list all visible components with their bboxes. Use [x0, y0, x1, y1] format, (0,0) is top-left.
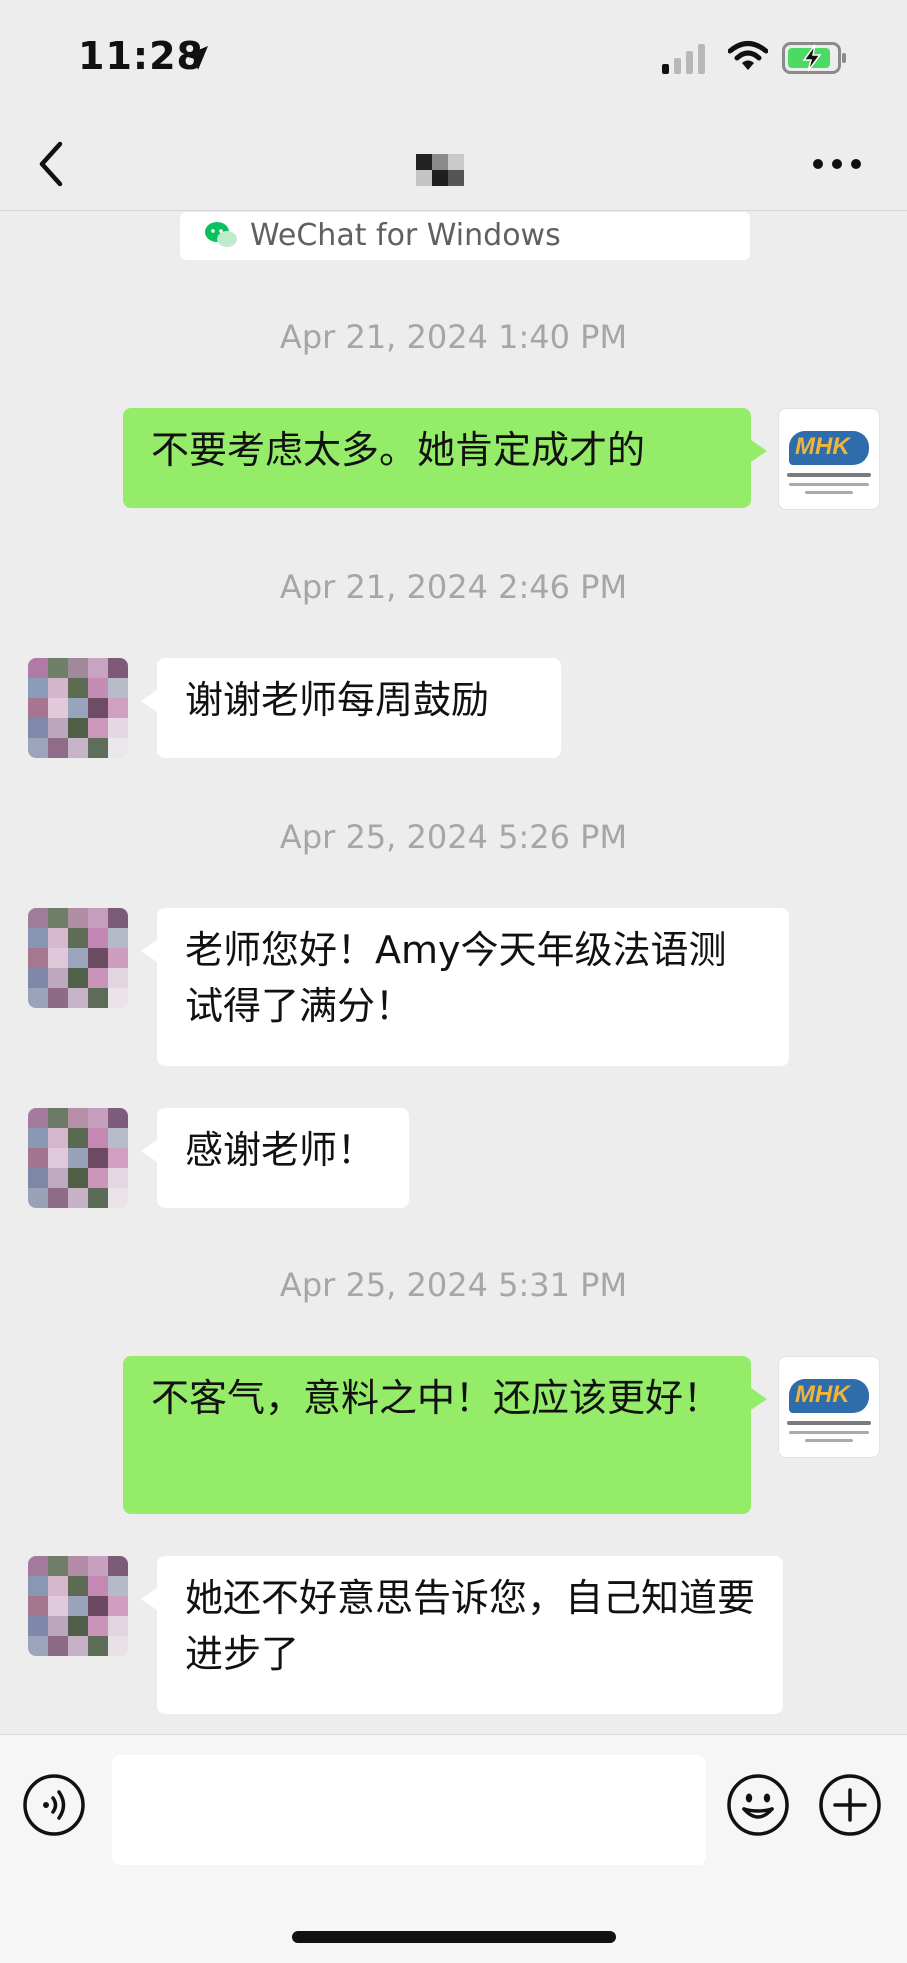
- wifi-icon: [728, 41, 768, 70]
- pixel-block: [416, 170, 432, 186]
- logo-subtitle-mark: [805, 491, 853, 494]
- source-card[interactable]: WeChat for Windows: [180, 212, 750, 260]
- received-message-bubble[interactable]: 谢谢老师每周鼓励: [141, 658, 561, 758]
- contact-avatar[interactable]: [28, 658, 128, 758]
- back-chevron-icon[interactable]: [36, 140, 66, 188]
- source-label: WeChat for Windows: [250, 218, 561, 253]
- battery-charging-icon: [782, 42, 846, 74]
- contact-avatar[interactable]: [28, 1556, 128, 1656]
- status-bar: 11:28: [0, 0, 907, 120]
- pixel-block: [448, 154, 464, 170]
- timestamp: Apr 21, 2024 1:40 PM: [279, 318, 628, 356]
- logo-subtitle-mark: [805, 1439, 853, 1442]
- plus-icon[interactable]: [818, 1773, 882, 1837]
- sender-avatar[interactable]: MHK: [778, 408, 880, 510]
- pixel-block: [432, 170, 448, 186]
- pixel-block: [416, 154, 432, 170]
- mhk-logo-text: MHK: [795, 1381, 850, 1408]
- more-dots-icon[interactable]: [812, 156, 862, 172]
- logo-subtitle-mark: [789, 483, 869, 486]
- contact-avatar[interactable]: [28, 1108, 128, 1208]
- contact-name-pixelated: [416, 154, 480, 186]
- received-message-bubble[interactable]: 老师您好！Amy今天年级法语测试得了满分！: [141, 908, 789, 1066]
- location-arrow-icon: [184, 46, 208, 70]
- voice-icon[interactable]: [22, 1773, 86, 1837]
- timestamp: Apr 21, 2024 2:46 PM: [279, 568, 628, 606]
- logo-subtitle-mark: [789, 1431, 869, 1434]
- sent-message-bubble[interactable]: 不客气，意料之中！还应该更好！: [123, 1356, 767, 1514]
- timestamp: Apr 25, 2024 5:26 PM: [279, 818, 628, 856]
- emoji-icon[interactable]: [726, 1773, 790, 1837]
- logo-subtitle-mark: [787, 473, 871, 477]
- sender-avatar[interactable]: MHK: [778, 1356, 880, 1458]
- message-input[interactable]: [112, 1755, 706, 1865]
- mhk-logo-text: MHK: [795, 433, 850, 460]
- signal-icon: [662, 44, 705, 74]
- received-message-bubble[interactable]: 她还不好意思告诉您，自己知道要进步了: [141, 1556, 783, 1714]
- sent-message-bubble[interactable]: 不要考虑太多。她肯定成才的: [123, 408, 767, 508]
- wechat-icon: [205, 222, 237, 247]
- home-indicator[interactable]: [292, 1931, 616, 1943]
- pixel-block: [432, 154, 448, 170]
- logo-subtitle-mark: [787, 1421, 871, 1425]
- pixel-block: [448, 170, 464, 186]
- composer-bar: [0, 1734, 907, 1963]
- contact-avatar[interactable]: [28, 908, 128, 1008]
- received-message-bubble[interactable]: 感谢老师！: [141, 1108, 409, 1208]
- timestamp: Apr 25, 2024 5:31 PM: [279, 1266, 628, 1304]
- chat-header: [0, 120, 907, 211]
